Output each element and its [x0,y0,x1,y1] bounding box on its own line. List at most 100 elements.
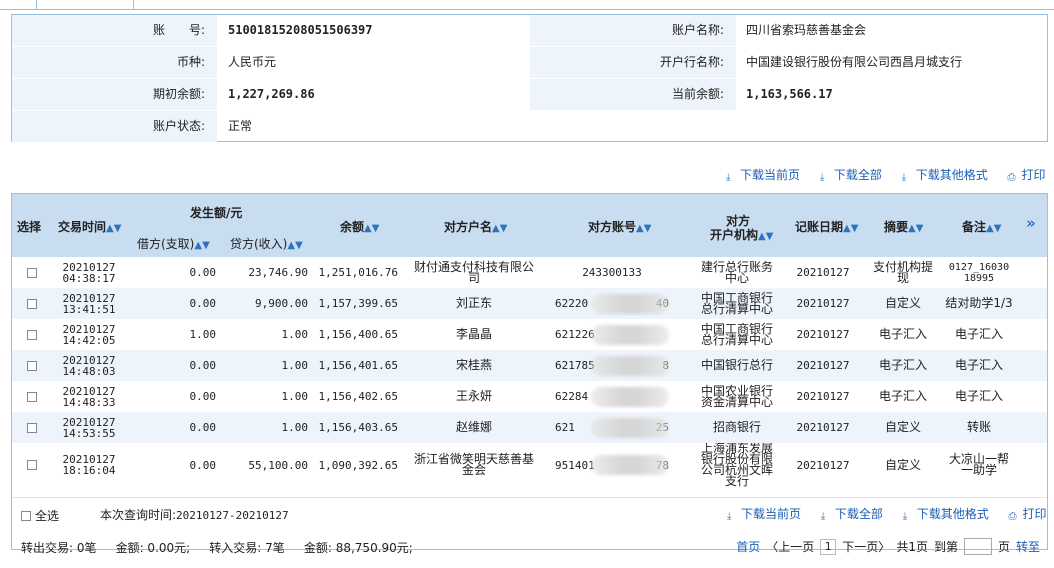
cell-summary: 电子汇入 [878,389,927,403]
cell-credit: 1.00 [281,390,309,403]
sort-icon: ▲▼ [843,223,859,234]
header-credit[interactable]: 贷方(收入)▲▼ [230,235,303,252]
current-page[interactable]: 1 [820,538,837,555]
download-page-button[interactable]: ⤓ 下载当前页 [726,168,800,183]
print-button-bottom[interactable]: ⎙ 打印 [1008,507,1047,522]
cell-post-date: 20210127 [796,297,850,310]
cell-remark: 电子汇入 [954,327,1003,341]
table-footer: 全选 本次查询时间:20210127-20210127 ⤓ 下载当前页 ⤓ 下载全部… [12,497,1047,530]
cell-summary: 自定义 [884,457,921,472]
table-row[interactable]: 20210127 04:38:17 0.00 23,746.90 1,251,016.7… [12,257,1047,288]
account-no-value: 51001815208051506397 [228,23,373,37]
cell-summary: 自定义 [884,296,921,310]
header-select: 选择 [17,220,42,234]
table-row[interactable]: 20210127 14:53:55 0.00 1.00 1,156,403.65 赵维娜 6… [12,412,1047,443]
goto-button[interactable]: 转至 [1016,538,1040,555]
table-row[interactable]: 20210127 14:48:03 0.00 1.00 1,156,401.65 宋桂燕 6… [12,350,1047,381]
header-debit[interactable]: 借方(支取)▲▼ [137,235,210,252]
cell-party-bank: 中国农业银行资金清算中心 [700,383,773,409]
sort-icon: ▲▼ [986,223,1002,234]
cell-party-name: 财付通支付科技有限公司 [413,259,534,285]
cell-party-account: 6222040 [547,288,677,319]
header-balance[interactable]: 余额▲▼ [340,218,379,235]
masked-account-blur [591,293,669,314]
select-all-control[interactable]: 全选 [21,507,59,524]
cell-post-date: 20210127 [796,328,850,341]
cell-credit: 55,100.00 [248,458,308,472]
top-border [0,9,1054,10]
download-other-format-button[interactable]: ⤓ 下载其他格式 [902,168,988,183]
row-checkbox[interactable] [27,391,37,402]
cell-balance: 1,156,400.65 [318,328,398,341]
header-time[interactable]: 交易时间▲▼ [58,218,121,235]
cell-party-account: 621226 [547,319,677,350]
sort-icon: ▲▼ [106,223,122,234]
row-select-cell [12,288,52,319]
download-all-button[interactable]: ⤓ 下载全部 [820,168,882,183]
query-time: 本次查询时间:20210127-20210127 [100,508,289,522]
goto-page-input[interactable] [963,538,992,555]
expand-columns-icon[interactable]: » [1026,214,1036,232]
cell-credit: 1.00 [281,421,309,434]
cell-party-account: 62284 [547,381,677,412]
header-summary[interactable]: 摘要▲▼ [884,218,923,235]
cell-party-name: 刘正东 [455,296,492,310]
sort-icon: ▲▼ [287,240,303,251]
first-page-link[interactable]: 首页 [736,538,760,555]
table-row[interactable]: 20210127 13:41:51 0.00 9,900.00 1,157,399.65… [12,288,1047,319]
download-page-button-bottom[interactable]: ⤓ 下载当前页 [727,507,801,522]
download-icon: ⤓ [902,511,908,522]
select-all-checkbox[interactable] [21,510,31,521]
header-party-bank[interactable]: 开户机构▲▼ [710,226,773,243]
cell-summary: 电子汇入 [878,358,927,372]
row-select-cell [12,381,52,412]
row-checkbox[interactable] [27,298,37,309]
cell-post-date: 20210127 [796,458,850,472]
row-checkbox[interactable] [27,329,37,340]
row-select-cell [12,412,52,443]
download-other-format-button-bottom[interactable]: ⤓ 下载其他格式 [902,507,989,522]
cell-debit: 0.00 [189,390,217,403]
table-row[interactable]: 20210127 18:16:04 0.00 55,100.00 1,090,392.6… [12,443,1047,487]
currency-value: 人民币元 [228,55,277,69]
printer-icon: ⎙ [1008,511,1017,522]
cell-remark: 结对助学1/3 [945,296,1013,310]
prev-page-link[interactable]: 〈上一页 [766,538,814,555]
row-select-cell [12,350,52,381]
table-row[interactable]: 20210127 14:48:33 0.00 1.00 1,156,402.65 王永妍 6… [12,381,1047,412]
next-page-link[interactable]: 下一页〉 [842,538,890,555]
account-name-label: 账户名称: [530,15,736,46]
cell-party-bank: 建行总行账务中心 [700,259,773,285]
cell-post-date: 20210127 [796,266,850,279]
row-checkbox[interactable] [27,422,37,433]
header-post-date[interactable]: 记账日期▲▼ [795,218,858,235]
sort-icon: ▲▼ [364,223,380,234]
account-info-panel: 账 号: 51001815208051506397 账户名称: 四川省索玛慈善基… [11,14,1048,142]
cell-time: 20210127 18:16:04 [62,453,116,477]
row-checkbox[interactable] [27,360,37,371]
cell-summary: 电子汇入 [878,327,927,341]
info-row-balance: 期初余额: 1,227,269.86 当前余额: 1,163,566.17 [12,79,1047,110]
masked-account-blur [591,455,669,475]
row-checkbox[interactable] [27,267,37,278]
masked-account-blur [591,324,669,345]
cell-debit: 0.00 [189,458,217,472]
select-all-label: 全选 [35,509,60,523]
cell-summary: 支付机构提现 [872,259,933,285]
cell-credit: 23,746.90 [248,266,308,279]
print-button[interactable]: ⎙ 打印 [1008,168,1046,183]
info-row-status: 账户状态: 正常 [12,111,1047,142]
header-party-account[interactable]: 对方账号▲▼ [588,218,651,235]
header-remark[interactable]: 备注▲▼ [962,218,1001,235]
cell-post-date: 20210127 [796,390,850,403]
download-all-button-bottom[interactable]: ⤓ 下载全部 [821,507,883,522]
bottom-toolbar: ⤓ 下载当前页 ⤓ 下载全部 ⤓ 下载其他格式 ⎙ 打印 [711,506,1047,522]
header-party-name[interactable]: 对方户名▲▼ [444,218,507,235]
current-balance-label: 当前余额: [530,79,736,110]
cell-debit: 0.00 [189,359,217,372]
row-checkbox[interactable] [27,460,37,470]
row-select-cell [12,257,52,288]
info-row-account: 账 号: 51001815208051506397 账户名称: 四川省索玛慈善基… [12,15,1047,46]
table-header: 选择 交易时间▲▼ 发生额/元 借方(支取)▲▼ 贷方(收入)▲▼ 余额▲▼ 对… [12,194,1047,257]
table-row[interactable]: 20210127 14:42:05 1.00 1.00 1,156,400.65 李晶晶 6… [12,319,1047,350]
